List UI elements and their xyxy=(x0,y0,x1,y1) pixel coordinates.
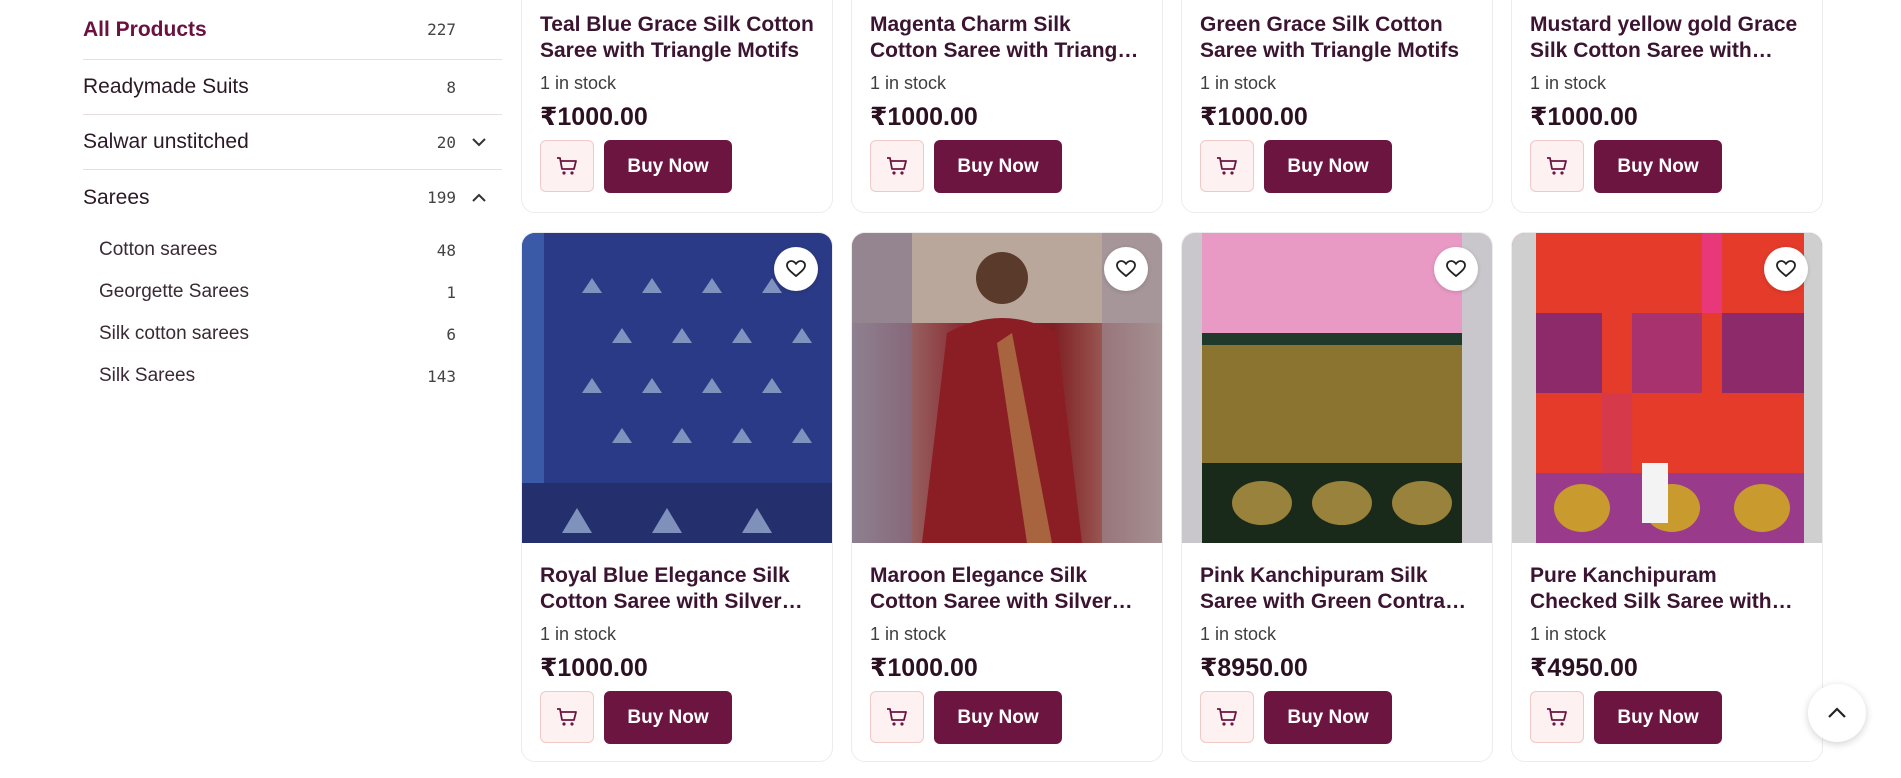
product-title[interactable]: Magenta Charm Silk Cotton Saree with Tri… xyxy=(870,12,1144,64)
product-price: ₹1000.00 xyxy=(870,103,978,131)
subcategory-count: 48 xyxy=(436,240,456,260)
buy-now-button[interactable]: Buy Now xyxy=(1594,691,1722,744)
product-card[interactable]: Royal Blue Elegance Silk Cotton Saree wi… xyxy=(521,232,833,762)
product-price: ₹1000.00 xyxy=(1530,103,1638,131)
product-price: ₹1000.00 xyxy=(1200,103,1308,131)
product-title[interactable]: Pink Kanchipuram Silk Saree with Green C… xyxy=(1200,563,1474,615)
product-title[interactable]: Green Grace Silk Cotton Saree with Trian… xyxy=(1200,12,1474,64)
subcategory-georgette-sarees[interactable]: Georgette Sarees 1 xyxy=(83,271,502,313)
cart-icon xyxy=(557,708,577,726)
product-card[interactable]: Pure Kanchipuram Checked Silk Saree with… xyxy=(1511,232,1823,762)
buy-now-button[interactable]: Buy Now xyxy=(1264,140,1392,193)
product-image[interactable] xyxy=(1182,233,1492,543)
product-title[interactable]: Pure Kanchipuram Checked Silk Saree with… xyxy=(1530,563,1804,615)
add-to-cart-button[interactable] xyxy=(870,691,924,743)
product-card[interactable]: Magenta Charm Silk Cotton Saree with Tri… xyxy=(851,0,1163,213)
buy-now-button[interactable]: Buy Now xyxy=(1594,140,1722,193)
add-to-cart-button[interactable] xyxy=(1530,140,1584,192)
cart-icon xyxy=(887,708,907,726)
product-price: ₹4950.00 xyxy=(1530,654,1638,682)
stock-status: 1 in stock xyxy=(1200,624,1277,644)
product-title[interactable]: Royal Blue Elegance Silk Cotton Saree wi… xyxy=(540,563,814,615)
subcategory-silk-cotton-sarees[interactable]: Silk cotton sarees 6 xyxy=(83,313,502,355)
subcategory-label: Cotton sarees xyxy=(99,239,218,260)
product-price: ₹1000.00 xyxy=(870,654,978,682)
stock-status: 1 in stock xyxy=(1530,73,1607,93)
stock-status: 1 in stock xyxy=(1530,624,1607,644)
stock-status: 1 in stock xyxy=(1200,73,1277,93)
wishlist-button[interactable] xyxy=(1434,247,1478,291)
product-card[interactable]: Pink Kanchipuram Silk Saree with Green C… xyxy=(1181,232,1493,762)
add-to-cart-button[interactable] xyxy=(1200,140,1254,192)
buy-now-button[interactable]: Buy Now xyxy=(1264,691,1392,744)
category-all-products[interactable]: All Products 227 xyxy=(83,0,502,60)
product-image[interactable] xyxy=(852,233,1162,543)
subcategory-label: Silk Sarees xyxy=(99,365,196,386)
add-to-cart-button[interactable] xyxy=(1200,691,1254,743)
product-price: ₹1000.00 xyxy=(540,103,648,131)
buy-now-button[interactable]: Buy Now xyxy=(934,140,1062,193)
cart-icon xyxy=(1547,708,1567,726)
subcategory-label: Silk cotton sarees xyxy=(99,323,249,344)
add-to-cart-button[interactable] xyxy=(540,691,594,743)
product-card[interactable]: Maroon Elegance Silk Cotton Saree with S… xyxy=(851,232,1163,762)
product-title[interactable]: Teal Blue Grace Silk Cotton Saree with T… xyxy=(540,12,814,64)
product-price: ₹8950.00 xyxy=(1200,654,1308,682)
cart-icon xyxy=(557,157,577,175)
stock-status: 1 in stock xyxy=(540,73,617,93)
heart-icon xyxy=(786,260,806,278)
subcategory-count: 143 xyxy=(427,366,456,386)
stock-status: 1 in stock xyxy=(540,624,617,644)
subcategory-cotton-sarees[interactable]: Cotton sarees 48 xyxy=(83,229,502,271)
category-sarees[interactable]: Sarees 199 xyxy=(83,170,502,225)
add-to-cart-button[interactable] xyxy=(870,140,924,192)
chevron-up-icon xyxy=(1828,707,1846,718)
category-label: Salwar unstitched xyxy=(83,130,249,153)
saree-subcategory-list: Cotton sarees 48 Georgette Sarees 1 Silk… xyxy=(83,225,502,397)
product-image[interactable] xyxy=(522,233,832,543)
category-readymade-suits[interactable]: Readymade Suits 8 xyxy=(83,60,502,115)
wishlist-button[interactable] xyxy=(1764,247,1808,291)
category-count: 8 xyxy=(446,77,456,97)
product-card[interactable]: Green Grace Silk Cotton Saree with Trian… xyxy=(1181,0,1493,213)
product-image[interactable] xyxy=(1512,233,1822,543)
wishlist-button[interactable] xyxy=(774,247,818,291)
subcategory-count: 6 xyxy=(446,324,456,344)
stock-status: 1 in stock xyxy=(870,73,947,93)
add-to-cart-button[interactable] xyxy=(540,140,594,192)
category-count: 199 xyxy=(427,188,456,207)
cart-icon xyxy=(1217,157,1237,175)
cart-icon xyxy=(887,157,907,175)
subcategory-silk-sarees[interactable]: Silk Sarees 143 xyxy=(83,355,502,397)
category-label: Readymade Suits xyxy=(83,75,249,98)
heart-icon xyxy=(1116,260,1136,278)
product-card[interactable]: Mustard yellow gold Grace Silk Cotton Sa… xyxy=(1511,0,1823,213)
category-label: All Products xyxy=(83,17,207,41)
product-title[interactable]: Mustard yellow gold Grace Silk Cotton Sa… xyxy=(1530,12,1804,64)
wishlist-button[interactable] xyxy=(1104,247,1148,291)
category-label: Sarees xyxy=(83,185,150,209)
buy-now-button[interactable]: Buy Now xyxy=(604,691,732,744)
subcategory-count: 1 xyxy=(446,282,456,302)
category-sidebar: All Products 227 Readymade Suits 8 Salwa… xyxy=(83,0,502,397)
buy-now-button[interactable]: Buy Now xyxy=(934,691,1062,744)
chevron-up-icon[interactable] xyxy=(456,193,502,203)
category-count: 227 xyxy=(427,20,456,39)
cart-icon xyxy=(1547,157,1567,175)
cart-icon xyxy=(1217,708,1237,726)
category-count: 20 xyxy=(436,132,456,152)
chevron-down-icon[interactable] xyxy=(456,137,502,147)
scroll-to-top-button[interactable] xyxy=(1808,684,1866,742)
heart-icon xyxy=(1446,260,1466,278)
category-salwar-unstitched[interactable]: Salwar unstitched 20 xyxy=(83,115,502,170)
product-card[interactable]: Teal Blue Grace Silk Cotton Saree with T… xyxy=(521,0,833,213)
stock-status: 1 in stock xyxy=(870,624,947,644)
subcategory-label: Georgette Sarees xyxy=(99,281,249,302)
heart-icon xyxy=(1776,260,1796,278)
product-title[interactable]: Maroon Elegance Silk Cotton Saree with S… xyxy=(870,563,1144,615)
buy-now-button[interactable]: Buy Now xyxy=(604,140,732,193)
product-price: ₹1000.00 xyxy=(540,654,648,682)
add-to-cart-button[interactable] xyxy=(1530,691,1584,743)
